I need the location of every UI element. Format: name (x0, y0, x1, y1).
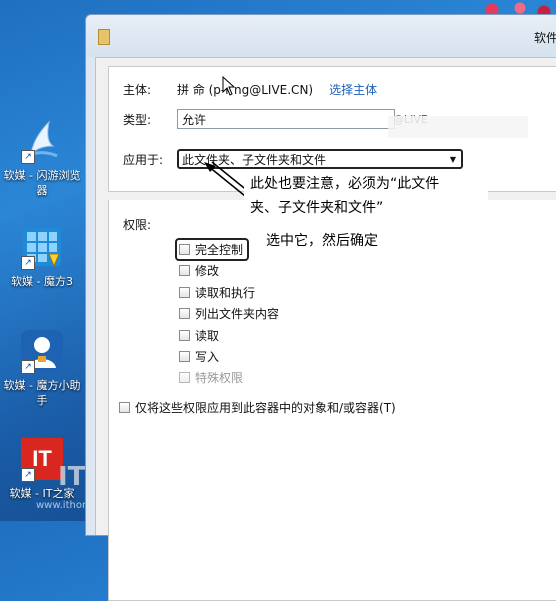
desktop-icon-browser[interactable]: ↗ 软媒 - 闪游浏览器 (0, 118, 84, 198)
applies-to-row: 应用于: 此文件夹、子文件夹和文件 ▼ (123, 149, 463, 169)
shortcut-arrow-icon: ↗ (21, 468, 35, 482)
principal-value: 拼 命 (p-r ng@LIVE.CN) (177, 83, 314, 97)
folder-icon (98, 29, 110, 45)
type-value: 允许 (182, 112, 207, 127)
modify-checkbox[interactable] (179, 265, 190, 276)
permission-special: 特殊权限 (179, 369, 243, 386)
apply-only-checkbox[interactable] (119, 402, 130, 413)
shortcut-arrow-icon: ↗ (21, 360, 35, 374)
permission-read[interactable]: 读取 (179, 327, 219, 344)
annotation-line: 夹、子文件夹和文件” (250, 200, 384, 216)
shortcut-arrow-icon: ↗ (21, 256, 35, 270)
permission-label: 读取 (195, 329, 220, 343)
apply-only-option[interactable]: 仅将这些权限应用到此容器中的对象和/或容器 (T) (119, 399, 396, 416)
annotation-line: 此处也要注意，必须为“此文件 (250, 176, 440, 192)
svg-text:IT: IT (32, 446, 52, 471)
permission-read-execute[interactable]: 读取和执行 (179, 284, 255, 301)
chevron-down-icon: ▼ (449, 154, 456, 164)
desktop-icon-cube[interactable]: ↗ 软媒 - 魔方3 (0, 224, 84, 289)
permission-label: 读取和执行 (195, 286, 256, 300)
principal-label: 主体: (123, 83, 152, 97)
apply-only-label: 仅将这些权限应用到此容器中的对象和/或容器 (135, 401, 380, 415)
read-checkbox[interactable] (179, 330, 190, 341)
permission-full-control[interactable]: 完全控制 (175, 238, 250, 261)
permission-label: 特殊权限 (195, 371, 244, 385)
mouse-cursor-icon (222, 76, 236, 96)
browser-icon: ↗ (19, 118, 65, 164)
special-permissions-checkbox (179, 372, 190, 383)
desktop-icon-label: 软媒 - 魔方小助手 (3, 379, 81, 407)
shortcut-arrow-icon: ↗ (21, 150, 35, 164)
full-control-checkbox[interactable] (179, 244, 190, 255)
permissions-label: 权限: (123, 218, 152, 232)
redaction-smudge (388, 116, 528, 138)
window-title: 软件 (533, 31, 556, 45)
permission-write[interactable]: 写入 (179, 348, 219, 365)
window-client: 主体: 拼 命 (p-r ng@LIVE.CN) 选择主体 类型: 允许 @LI… (95, 57, 556, 601)
desktop-icon-assistant[interactable]: ↗ 软媒 - 魔方小助手 (0, 328, 84, 408)
permissions-group: 权限: 完全控制 修改 读取和执行 列出文件夹内容 读取 写入 特殊权限 仅将这… (108, 200, 556, 601)
permission-label: 写入 (195, 350, 220, 364)
desktop-icon-label: 软媒 - 闪游浏览器 (3, 169, 81, 197)
annotation-applies-to-note: 此处也要注意，必须为“此文件 夹、子文件夹和文件” (244, 170, 488, 222)
principal-row: 主体: 拼 命 (p-r ng@LIVE.CN) 选择主体 (123, 81, 377, 98)
type-select[interactable]: 允许 (177, 109, 395, 129)
write-checkbox[interactable] (179, 351, 190, 362)
permission-label: 完全控制 (195, 243, 244, 257)
desktop-icon-label: 软媒 - 魔方3 (11, 275, 73, 288)
select-principal-link[interactable]: 选择主体 (329, 81, 377, 98)
apply-only-hotkey: (T) (379, 400, 396, 415)
assistant-icon: ↗ (19, 328, 65, 374)
permission-list-folder[interactable]: 列出文件夹内容 (179, 305, 279, 322)
permission-label: 修改 (195, 264, 220, 278)
permission-entry-window: 软件 主体: 拼 命 (p-r ng@LIVE.CN) 选择主体 类型: 允许 … (85, 14, 556, 601)
cube-icon: ↗ (19, 224, 65, 270)
permission-modify[interactable]: 修改 (179, 262, 219, 279)
type-row: 类型: 允许 @LIVE (123, 109, 428, 129)
annotation-select-note: 选中它，然后确定 (266, 233, 378, 249)
applies-to-label: 应用于: (123, 152, 164, 167)
read-execute-checkbox[interactable] (179, 287, 190, 298)
type-label: 类型: (123, 112, 152, 127)
permission-label: 列出文件夹内容 (195, 307, 280, 321)
title-bar[interactable]: 软件 (86, 15, 556, 57)
list-folder-checkbox[interactable] (179, 308, 190, 319)
